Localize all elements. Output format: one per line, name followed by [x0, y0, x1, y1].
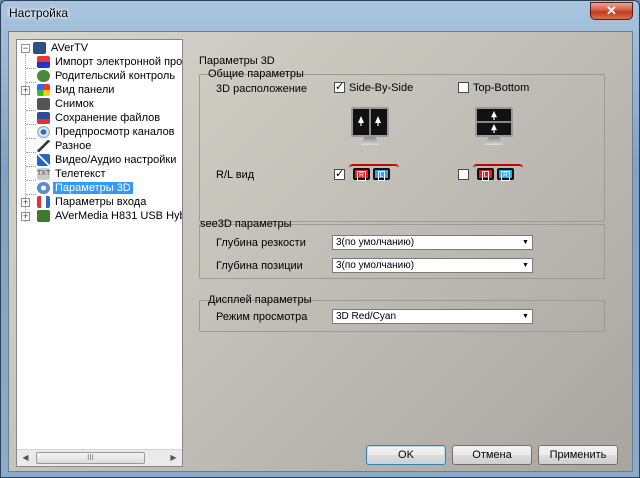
- panel-icon: [37, 84, 50, 97]
- import-icon: [37, 56, 50, 69]
- side-by-side-preview-icon: [351, 107, 389, 145]
- sharpness-depth-label: Глубина резкости: [216, 237, 306, 249]
- rl-option-2-checkbox[interactable]: [458, 169, 469, 180]
- misc-icon: [37, 140, 50, 153]
- page-title: Параметры 3D: [199, 55, 275, 67]
- camera-icon: [37, 98, 50, 111]
- general-params-title: Общие параметры: [208, 68, 304, 80]
- ok-button[interactable]: OK: [366, 445, 446, 465]
- dialog-client: − AVerTV Импорт электронной прогр Родите…: [8, 31, 633, 472]
- tree-horizontal-scrollbar[interactable]: ◀ III ▶: [17, 449, 182, 466]
- settings-window: Настройка ✕ − AVerTV Импорт электронной …: [0, 0, 640, 478]
- tree-item-3d-settings[interactable]: Параметры 3D: [37, 182, 133, 195]
- monitor-icon: [33, 42, 46, 55]
- view-mode-select[interactable]: 3D Red/Cyan ▼: [332, 309, 533, 324]
- tree-item-misc[interactable]: Разное: [37, 140, 93, 153]
- title-bar[interactable]: Настройка ✕: [1, 1, 639, 25]
- eye-icon: [37, 126, 50, 139]
- general-params-group: Общие параметры: [199, 68, 605, 222]
- top-bottom-preview-icon: [475, 107, 513, 145]
- tree-collapse-toggle[interactable]: −: [21, 44, 30, 53]
- apply-button[interactable]: Применить: [538, 445, 618, 465]
- rl-view-label: R/L вид: [216, 169, 255, 181]
- position-depth-label: Глубина позиции: [216, 260, 303, 272]
- device-icon: [37, 210, 50, 223]
- cancel-button[interactable]: Отмена: [452, 445, 532, 465]
- tree-expand-input-settings[interactable]: +: [21, 198, 30, 207]
- rl-option-1-checkbox[interactable]: ✓: [334, 169, 345, 180]
- gear-icon: [37, 182, 50, 195]
- tree-item-teletext[interactable]: TXT Телетекст: [37, 168, 108, 181]
- scroll-thumb[interactable]: III: [36, 452, 145, 464]
- chevron-down-icon[interactable]: ▼: [519, 236, 532, 249]
- tree-item-panel-view[interactable]: Вид панели: [37, 84, 116, 97]
- view-mode-label: Режим просмотра: [216, 311, 308, 323]
- 3d-layout-label: 3D расположение: [216, 83, 308, 95]
- tree-item-avertv[interactable]: AVerTV: [33, 42, 90, 55]
- chevron-down-icon[interactable]: ▼: [519, 310, 532, 323]
- tree-expand-panel-view[interactable]: +: [21, 86, 30, 95]
- glasses-lr-icon: L R: [473, 162, 523, 184]
- tree-item-parental-control[interactable]: Родительский контроль: [37, 70, 177, 83]
- top-bottom-label: Top-Bottom: [473, 82, 530, 94]
- display-params-title: Дисплей параметры: [208, 294, 312, 306]
- tools-icon: [37, 154, 50, 167]
- parental-icon: [37, 70, 50, 83]
- tree-expand-device[interactable]: +: [21, 212, 30, 221]
- scroll-left-arrow-icon[interactable]: ◀: [17, 450, 34, 466]
- scroll-right-arrow-icon[interactable]: ▶: [165, 450, 182, 466]
- teletext-icon: TXT: [37, 168, 50, 181]
- side-by-side-label: Side-By-Side: [349, 82, 414, 94]
- sharpness-depth-select[interactable]: 3(по умолчанию) ▼: [332, 235, 533, 250]
- input-icon: [37, 196, 50, 209]
- top-bottom-checkbox[interactable]: [458, 82, 469, 93]
- position-depth-select[interactable]: 3(по умолчанию) ▼: [332, 258, 533, 273]
- side-by-side-checkbox[interactable]: ✓: [334, 82, 345, 93]
- tree-item-file-saving[interactable]: Сохранение файлов: [37, 112, 162, 125]
- tree-item-channel-preview[interactable]: Предпросмотр каналов: [37, 126, 177, 139]
- chevron-down-icon[interactable]: ▼: [519, 259, 532, 272]
- tree-item-video-audio[interactable]: Видео/Аудио настройки: [37, 154, 178, 167]
- tree-item-epg-import[interactable]: Импорт электронной прогр: [37, 56, 182, 69]
- settings-tree[interactable]: − AVerTV Импорт электронной прогр Родите…: [16, 39, 183, 467]
- close-button[interactable]: ✕: [590, 2, 633, 20]
- save-file-icon: [37, 112, 50, 125]
- tree-item-input-settings[interactable]: Параметры входа: [37, 196, 148, 209]
- glasses-rl-icon: R L: [349, 162, 399, 184]
- tree-item-snapshot[interactable]: Снимок: [37, 98, 96, 111]
- see3d-params-title: see3D параметры: [200, 218, 292, 230]
- window-title: Настройка: [9, 6, 69, 20]
- tree-item-device[interactable]: AVerMedia H831 USB Hybrid: [37, 210, 182, 223]
